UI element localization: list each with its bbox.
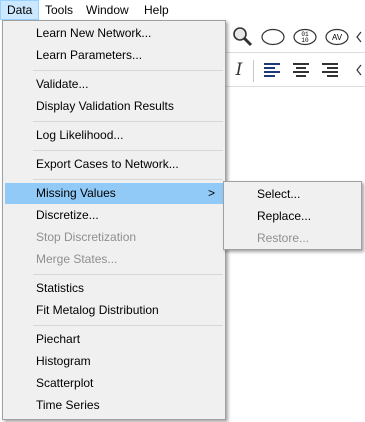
toolbar-divider [226, 52, 365, 53]
align-right-icon[interactable] [317, 57, 343, 83]
menu-separator [33, 274, 223, 275]
menu-item-log-likelihood[interactable]: Log Likelihood... [5, 125, 223, 146]
menu-item-time-series[interactable]: Time Series [5, 395, 223, 416]
menu-item-missing-values[interactable]: Missing Values > [5, 183, 223, 204]
menu-bar: Data Tools Window Help [0, 0, 365, 20]
menu-separator [33, 325, 223, 326]
menu-item-display-validation-results[interactable]: Display Validation Results [5, 96, 223, 117]
submenu-item-replace[interactable]: Replace... [226, 205, 359, 227]
italic-glyph: I [235, 60, 243, 80]
menu-item-scatterplot[interactable]: Scatterplot [5, 373, 223, 394]
submenu-item-restore: Restore... [257, 231, 310, 245]
menu-separator [33, 150, 223, 151]
av-node-icon[interactable]: AV [324, 24, 350, 50]
chevron-icon[interactable] [352, 24, 365, 50]
menu-tools[interactable]: Tools [39, 0, 79, 20]
menu-data[interactable]: Data [0, 0, 40, 20]
menu-item-discretize[interactable]: Discretize... [5, 205, 223, 226]
chevron-icon[interactable] [352, 57, 365, 83]
av-text: AV [332, 33, 343, 42]
menu-window[interactable]: Window [80, 0, 135, 20]
menu-item-histogram[interactable]: Histogram [5, 351, 223, 372]
italic-icon[interactable]: I [226, 57, 252, 83]
toolbar-row-1: 01 10 AV [226, 24, 365, 52]
menu-help[interactable]: Help [138, 0, 175, 20]
menu-item-fit-metalog[interactable]: Fit Metalog Distribution [5, 300, 223, 321]
binary-node-icon[interactable]: 01 10 [292, 24, 318, 50]
menu-separator [33, 179, 223, 180]
menu-item-piechart[interactable]: Piechart [5, 329, 223, 350]
menu-item-stop-discretization: Stop Discretization [36, 230, 137, 244]
menu-item-export-cases[interactable]: Export Cases to Network... [5, 154, 223, 175]
align-left-icon[interactable] [259, 57, 285, 83]
menu-item-statistics[interactable]: Statistics [5, 278, 223, 299]
missing-values-submenu: Select... Replace... Restore... [223, 181, 362, 250]
svg-text:10: 10 [301, 37, 309, 44]
submenu-item-select[interactable]: Select... [226, 183, 359, 205]
menu-separator [33, 70, 223, 71]
magnifier-icon[interactable] [230, 24, 256, 50]
menu-item-learn-parameters[interactable]: Learn Parameters... [5, 45, 223, 66]
menu-item-validate[interactable]: Validate... [5, 74, 223, 95]
menu-item-learn-new-network[interactable]: Learn New Network... [5, 23, 223, 44]
align-center-icon[interactable] [288, 57, 314, 83]
ellipse-node-icon[interactable] [260, 24, 286, 50]
menu-item-merge-states: Merge States... [36, 252, 118, 266]
toolbar-separator [253, 60, 254, 82]
submenu-arrow-icon: > [207, 186, 215, 200]
toolbar-bottom-border [226, 86, 365, 87]
menu-item-missing-values-label: Missing Values [36, 186, 116, 200]
data-menu: Learn New Network... Learn Parameters...… [2, 20, 226, 420]
toolbar-row-2: I [226, 57, 365, 85]
menu-separator [33, 121, 223, 122]
